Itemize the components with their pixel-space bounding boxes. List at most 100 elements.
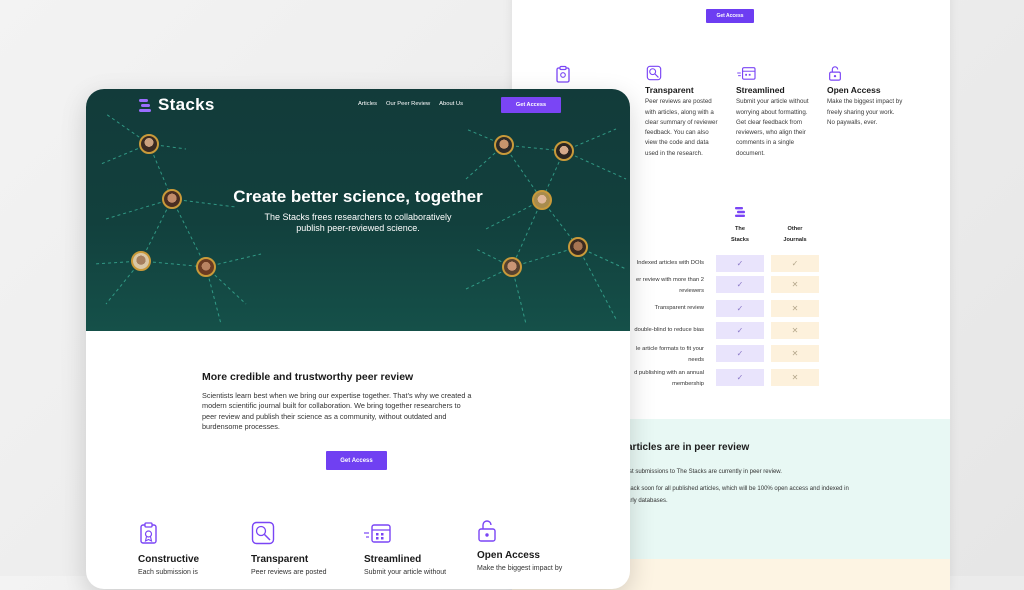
back-feature-transparent: Transparent Peer reviews are posted with… bbox=[645, 65, 718, 159]
paragraph-line: modern scientific journal built for coll… bbox=[202, 401, 461, 411]
col-header-other: Other Journals bbox=[771, 224, 819, 246]
row-label: er review with more than 2 reviewers bbox=[636, 275, 704, 296]
stacks-logo-icon bbox=[735, 207, 745, 217]
hero-subtitle-line: The Stacks frees researchers to collabor… bbox=[264, 212, 452, 222]
feature-line: with articles, along with a bbox=[645, 108, 714, 116]
calendar-fast-icon bbox=[364, 524, 391, 543]
feature-title: Open Access bbox=[827, 85, 881, 95]
magnifier-document-icon bbox=[646, 65, 662, 81]
feature-line: Submit your article without bbox=[736, 98, 809, 106]
feature-line: Get clear feedback from bbox=[736, 118, 803, 126]
col-header-line: Stacks bbox=[730, 237, 750, 243]
status-text: rst submissions to The Stacks are curren… bbox=[627, 469, 782, 475]
feature-description: Make the biggest impact by bbox=[477, 565, 563, 572]
nav-get-access-button[interactable]: Get Access bbox=[501, 97, 561, 113]
stacks-cell: ✓ bbox=[716, 345, 764, 362]
row-label-line: needs bbox=[688, 356, 704, 363]
feature-line: feedback. You can also bbox=[645, 129, 709, 137]
other-cell: ✕ bbox=[771, 345, 819, 362]
hero-title: Create better science, together bbox=[233, 187, 483, 206]
feature-transparent: Transparent Peer reviews are posted bbox=[251, 521, 326, 576]
stacks-logo[interactable]: Stacks bbox=[139, 95, 215, 115]
stacks-cell: ✓ bbox=[716, 300, 764, 317]
status-text: arly databases. bbox=[627, 498, 668, 504]
researcher-avatar bbox=[131, 251, 151, 271]
feature-line: Make the biggest impact by bbox=[827, 98, 903, 106]
col-header-stacks: The Stacks bbox=[716, 224, 764, 246]
row-label: Transparent review bbox=[655, 303, 704, 314]
other-cell: ✕ bbox=[771, 276, 819, 293]
stacks-cell: ✓ bbox=[716, 255, 764, 272]
col-header-line: Other bbox=[787, 226, 803, 232]
feature-title: Open Access bbox=[477, 550, 540, 561]
feature-line: freely sharing your work. bbox=[827, 108, 895, 116]
feature-line: view the code and data bbox=[645, 139, 709, 147]
row-label-line: Indexed articles with DOIs bbox=[636, 260, 704, 266]
feature-line: document. bbox=[736, 149, 765, 157]
row-label: double-blind to reduce bias bbox=[634, 325, 704, 336]
paragraph-line: burdensome processes. bbox=[202, 421, 280, 431]
feature-title: Constructive bbox=[138, 554, 200, 565]
nav-articles[interactable]: Articles bbox=[358, 101, 377, 107]
feature-title: Streamlined bbox=[736, 85, 785, 95]
feature-open-access: Open Access Make the biggest impact by bbox=[477, 519, 562, 572]
feature-title: Streamlined bbox=[364, 554, 422, 565]
feature-description: Each submission is bbox=[138, 569, 198, 576]
nav-about-us[interactable]: About Us bbox=[439, 101, 463, 107]
section-get-access-button[interactable]: Get Access bbox=[326, 451, 387, 470]
logo-text: Stacks bbox=[158, 95, 215, 114]
researcher-avatar bbox=[568, 237, 588, 257]
stacks-cell: ✓ bbox=[716, 322, 764, 339]
feature-line: used in the research. bbox=[645, 149, 703, 157]
landing-page-preview: Stacks Articles Our Peer Review About Us… bbox=[86, 89, 630, 589]
clipboard-award-icon bbox=[556, 65, 570, 83]
feature-title: Transparent bbox=[251, 554, 309, 565]
feature-streamlined: Streamlined Submit your article without bbox=[364, 521, 446, 576]
unlock-icon bbox=[829, 66, 841, 81]
researcher-avatar bbox=[139, 134, 159, 154]
clipboard-award-icon bbox=[140, 522, 157, 544]
feature-line: reviewers, who align their bbox=[736, 129, 806, 137]
stacks-cell: ✓ bbox=[716, 276, 764, 293]
top-nav: Articles Our Peer Review About Us bbox=[358, 101, 463, 107]
researcher-avatar bbox=[554, 141, 574, 161]
network-lines bbox=[93, 113, 627, 325]
other-cell: ✕ bbox=[771, 369, 819, 386]
feature-constructive: Constructive Each submission is bbox=[138, 521, 199, 576]
back-feature-streamlined: Streamlined Submit your article without … bbox=[736, 65, 809, 159]
row-label-line: d publishing with an annual bbox=[634, 370, 704, 376]
top-get-access-button[interactable]: Get Access bbox=[706, 9, 754, 23]
nav-our-peer-review[interactable]: Our Peer Review bbox=[386, 101, 430, 107]
feature-line: worrying about formatting. bbox=[736, 108, 808, 116]
feature-line: comments in a single bbox=[736, 139, 795, 147]
col-header-line: Journals bbox=[783, 237, 807, 243]
stacks-cell: ✓ bbox=[716, 369, 764, 386]
researcher-avatar bbox=[502, 257, 522, 277]
feature-line: clear summary of reviewer bbox=[645, 118, 718, 126]
feature-description: Peer reviews are posted bbox=[251, 569, 327, 576]
feature-title: Transparent bbox=[645, 85, 694, 95]
unlock-icon bbox=[478, 520, 496, 542]
hero-subtitle-line: publish peer-reviewed science. bbox=[296, 222, 420, 233]
stacks-logo-icon bbox=[139, 98, 151, 112]
section-paragraph: Scientists learn best when we bring our … bbox=[202, 391, 512, 432]
back-feature-open-access: Open Access Make the biggest impact by f… bbox=[827, 65, 902, 128]
row-label-line: reviewers bbox=[679, 287, 704, 294]
researcher-avatar bbox=[494, 135, 514, 155]
row-label-line: membership bbox=[672, 380, 704, 387]
feature-line: Peer reviews are posted bbox=[645, 98, 712, 106]
row-label: d publishing with an annual membership bbox=[634, 368, 704, 389]
row-label-line: double-blind to reduce bias bbox=[634, 327, 704, 333]
row-label-line: Transparent review bbox=[654, 305, 704, 311]
magnifier-document-icon bbox=[251, 521, 275, 545]
section-title: More credible and trustworthy peer revie… bbox=[202, 371, 414, 383]
feature-line: No paywalls, ever. bbox=[827, 118, 878, 126]
feature-description: Submit your article without bbox=[364, 569, 447, 576]
other-cell: ✕ bbox=[771, 300, 819, 317]
calendar-fast-icon bbox=[737, 67, 756, 80]
col-header-line: The bbox=[735, 226, 745, 232]
paragraph-line: peer review and publish their science as… bbox=[202, 411, 447, 421]
other-cell: ✓ bbox=[771, 255, 819, 272]
status-heading: articles are in peer review bbox=[627, 442, 750, 453]
researcher-avatar bbox=[196, 257, 216, 277]
